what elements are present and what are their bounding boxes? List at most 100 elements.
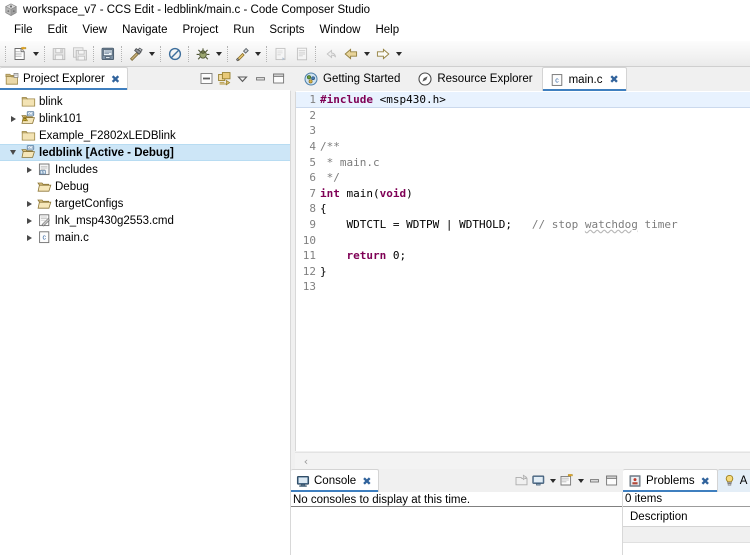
save-icon[interactable]	[48, 43, 69, 64]
chevron-down-icon[interactable]	[6, 145, 20, 161]
menu-navigate[interactable]: Navigate	[115, 22, 174, 38]
chevron-right-icon[interactable]	[22, 213, 36, 229]
code-line[interactable]: 3	[296, 123, 750, 139]
maximize-icon[interactable]	[603, 472, 620, 489]
line-number: 3	[309, 124, 316, 138]
open-console-icon[interactable]	[513, 472, 530, 489]
new-console-view-icon[interactable]	[558, 472, 575, 489]
save-all-icon[interactable]	[69, 43, 90, 64]
print-icon[interactable]	[97, 43, 118, 64]
code-line[interactable]: 4 /**	[296, 139, 750, 155]
code-line[interactable]: 9 WDTCTL = WDTPW | WDTHOLD; // stop watc…	[296, 217, 750, 233]
tree-item[interactable]: Example_F2802xLEDBlink	[0, 127, 290, 144]
tree-item[interactable]: Debug	[0, 178, 290, 195]
tree-item[interactable]: CCS blink101	[0, 110, 290, 127]
no-build-icon[interactable]	[164, 43, 185, 64]
build-hammer-icon[interactable]	[125, 43, 146, 64]
back-dropdown-arrow[interactable]	[361, 43, 372, 64]
chevron-right-icon[interactable]	[6, 111, 20, 127]
menu-edit[interactable]: Edit	[41, 22, 75, 38]
tab-getting-started[interactable]: Getting Started	[295, 67, 409, 91]
run-external-tools-icon[interactable]	[231, 43, 252, 64]
tab-project-explorer[interactable]: Project Explorer ✖	[0, 67, 129, 90]
back-arrow-icon[interactable]	[340, 43, 361, 64]
code-line[interactable]: 5 * main.c	[296, 154, 750, 170]
svg-text:CCS: CCS	[27, 146, 35, 150]
tab-problems[interactable]: Problems ✖	[623, 469, 718, 492]
close-icon[interactable]: ✖	[111, 74, 120, 85]
code-line[interactable]: 13	[296, 279, 750, 295]
code-line[interactable]: 6 */	[296, 170, 750, 186]
tab-resource-explorer[interactable]: Resource Explorer	[409, 67, 541, 91]
project-tree[interactable]: blink CCS blink101 Example_F2802xLEDBlink CC…	[0, 90, 291, 555]
problems-table[interactable]: 0 items Description	[623, 492, 750, 555]
previous-annotation-icon[interactable]	[291, 43, 312, 64]
tab-main-c[interactable]: c main.c ✖	[541, 67, 627, 91]
tree-item[interactable]: c main.c	[0, 229, 290, 246]
chevron-right-icon[interactable]	[22, 196, 36, 212]
code-token: return	[346, 249, 387, 263]
external-tools-dropdown-arrow[interactable]	[252, 43, 263, 64]
maximize-icon[interactable]	[270, 70, 287, 87]
forward-dropdown-arrow[interactable]	[393, 43, 404, 64]
problems-column-header[interactable]: Description	[623, 507, 750, 527]
tree-item-label: Debug	[55, 180, 89, 193]
code-line-text: int main(void)	[318, 187, 413, 200]
tab-label: Resource Explorer	[437, 73, 533, 85]
menu-view[interactable]: View	[75, 22, 114, 38]
minimize-icon[interactable]	[586, 472, 603, 489]
tab-console[interactable]: Console ✖	[291, 469, 380, 492]
code-line[interactable]: 10	[296, 232, 750, 248]
debug-dropdown-arrow[interactable]	[213, 43, 224, 64]
code-line[interactable]: 1 #include <msp430.h>	[296, 92, 750, 108]
last-edit-location-icon[interactable]	[319, 43, 340, 64]
code-line[interactable]: 8{	[296, 201, 750, 217]
tree-item[interactable]: h Includes	[0, 161, 290, 178]
menu-window[interactable]: Window	[313, 22, 368, 38]
problems-count: 0 items	[623, 492, 750, 507]
tree-item[interactable]: CCS ledblink [Active - Debug]	[0, 144, 290, 161]
console-output[interactable]: No consoles to display at this time.	[291, 492, 623, 555]
code-line[interactable]: 11 return 0;	[296, 248, 750, 264]
debug-bug-icon[interactable]	[192, 43, 213, 64]
menu-scripts[interactable]: Scripts	[262, 22, 311, 38]
close-icon[interactable]: ✖	[609, 74, 618, 85]
menu-file[interactable]: File	[7, 22, 40, 38]
toolbar-separator	[266, 45, 267, 62]
tree-item[interactable]: blink	[0, 93, 290, 110]
tree-item[interactable]: lnk_msp430g2553.cmd	[0, 212, 290, 229]
toolbar-separator	[93, 45, 94, 62]
code-line-text: }	[318, 265, 327, 278]
display-selected-console-icon[interactable]	[530, 472, 547, 489]
menu-run[interactable]: Run	[226, 22, 261, 38]
toolbar-group-navigation	[319, 43, 404, 65]
code-line[interactable]: 12}	[296, 264, 750, 280]
new-console-dropdown-arrow[interactable]	[575, 470, 586, 491]
scroll-left-icon[interactable]: ‹	[295, 455, 317, 468]
code-line[interactable]: 2	[296, 108, 750, 124]
menu-help[interactable]: Help	[368, 22, 406, 38]
ccs-project-open-icon: CCS	[20, 145, 37, 160]
menu-project[interactable]: Project	[175, 22, 225, 38]
tree-item[interactable]: targetConfigs	[0, 195, 290, 212]
close-icon[interactable]: ✖	[362, 476, 371, 487]
forward-arrow-icon[interactable]	[372, 43, 393, 64]
tab-advice[interactable]: A	[717, 469, 750, 492]
new-file-icon[interactable]	[9, 43, 30, 64]
close-icon[interactable]: ✖	[701, 476, 710, 487]
console-message: No consoles to display at this time.	[291, 493, 622, 507]
view-menu-icon[interactable]	[234, 70, 251, 87]
minimize-icon[interactable]	[252, 70, 269, 87]
toolbar-separator	[227, 45, 228, 62]
build-dropdown-arrow[interactable]	[146, 43, 157, 64]
code-line[interactable]: 7 int main(void)	[296, 186, 750, 202]
code-editor[interactable]: 1 #include <msp430.h> 2 3 4/** 5 * main.c 6 */…	[295, 91, 750, 451]
horizontal-scrollbar[interactable]	[317, 455, 750, 467]
display-console-dropdown-arrow[interactable]	[547, 470, 558, 491]
chevron-right-icon[interactable]	[22, 162, 36, 178]
link-with-editor-icon[interactable]	[216, 70, 233, 87]
chevron-right-icon[interactable]	[22, 230, 36, 246]
collapse-all-icon[interactable]	[198, 70, 215, 87]
next-annotation-icon[interactable]	[270, 43, 291, 64]
new-file-dropdown-arrow[interactable]	[30, 43, 41, 64]
